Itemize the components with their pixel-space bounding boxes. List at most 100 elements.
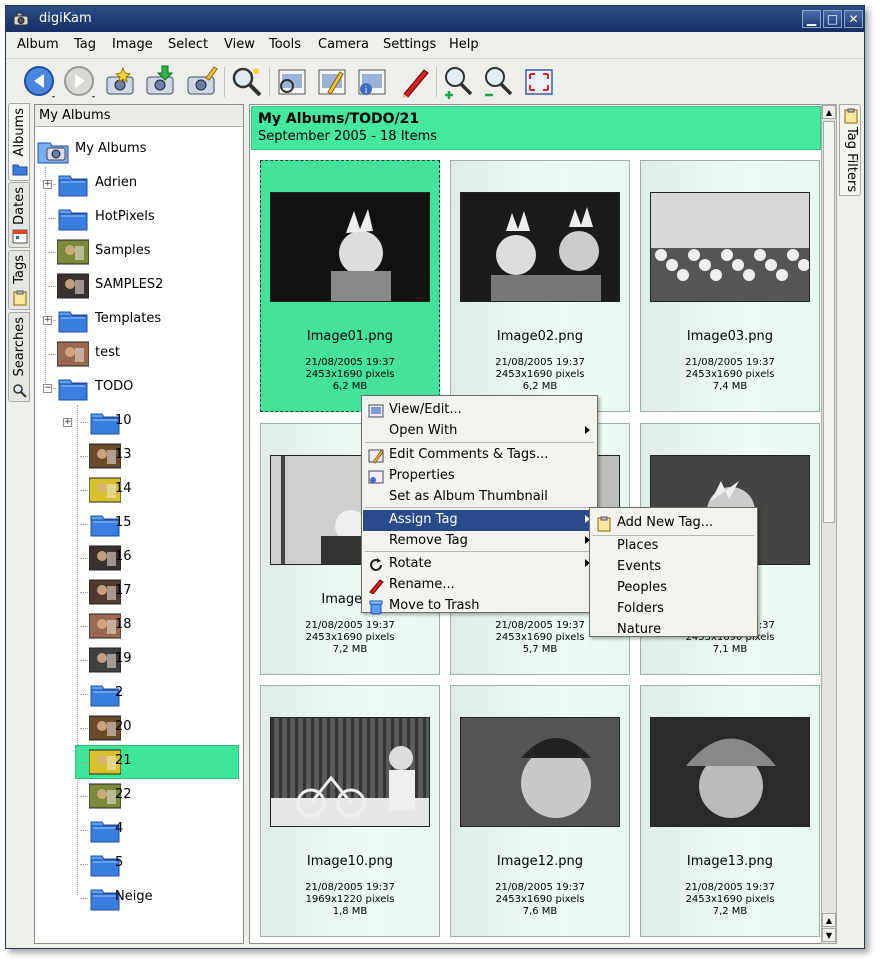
menu-item-rename[interactable]: Rename... xyxy=(363,575,596,596)
menu-settings[interactable]: Settings xyxy=(383,37,436,52)
tree-item-19[interactable]: 19 xyxy=(37,643,241,677)
menu-item-properties[interactable]: Properties xyxy=(363,466,596,487)
tree-item-label: 15 xyxy=(115,515,132,530)
tab-albums[interactable]: Albums xyxy=(8,103,30,181)
menu-item-move-to-trash[interactable]: Move to Trash xyxy=(363,596,596,617)
tree-item-5[interactable]: 5 xyxy=(37,847,241,881)
tree-connector xyxy=(80,558,88,559)
zoom-out-icon[interactable] xyxy=(481,64,517,100)
forward-arrow-icon[interactable] xyxy=(62,64,98,100)
tree-item-14[interactable]: 14 xyxy=(37,473,241,507)
thumbnail-item[interactable]: Image03.png 21/08/2005 19:37 2453x1690 pix… xyxy=(640,160,820,412)
menu-item-view-edit[interactable]: View/Edit... xyxy=(363,400,596,421)
tree-item-samples2[interactable]: SAMPLES2 xyxy=(37,269,241,303)
tree-expander[interactable]: + xyxy=(63,418,72,427)
tree-item-hotpixels[interactable]: HotPixels xyxy=(37,201,241,235)
tree-item-21[interactable]: 21 xyxy=(37,745,241,779)
thumbnail-filename: Image13.png xyxy=(686,854,774,869)
menu-tag[interactable]: Tag xyxy=(74,37,96,52)
menu-item-remove-tag[interactable]: Remove Tag xyxy=(363,531,596,552)
thumbnail-item[interactable]: Image01.png 21/08/2005 19:37 2453x1690 pix… xyxy=(260,160,440,412)
thumbnail-item[interactable]: Image12.png 21/08/2005 19:37 2453x1690 pix… xyxy=(450,685,630,937)
menu-item-open-with[interactable]: Open With xyxy=(363,421,596,442)
tab-dates[interactable]: Dates xyxy=(8,182,30,248)
thumbnail-item[interactable]: Image10.png 21/08/2005 19:37 1969x1220 pix… xyxy=(260,685,440,937)
minimize-button[interactable]: ▁ xyxy=(802,10,821,28)
scroll-down-arrow[interactable]: ▼ xyxy=(822,928,836,942)
scroll-thumb[interactable] xyxy=(823,121,835,523)
thumbnail-metadata: 21/08/2005 19:37 2453x1690 pixels 6,2 MB xyxy=(451,357,629,393)
zoom-in-icon[interactable] xyxy=(441,64,477,100)
tree-item-22[interactable]: 22 xyxy=(37,779,241,813)
search-magnifier-icon[interactable] xyxy=(229,64,265,100)
tree-item-16[interactable]: 16 xyxy=(37,541,241,575)
tree-item-neige[interactable]: Neige xyxy=(37,881,241,915)
maximize-button[interactable]: □ xyxy=(823,10,842,28)
menu-item-assign-tag[interactable]: Assign Tag xyxy=(363,510,596,531)
tree-item-label: 5 xyxy=(115,855,124,870)
tab-searches[interactable]: Searches xyxy=(8,312,30,402)
close-button[interactable]: ✕ xyxy=(844,10,863,28)
back-arrow-icon[interactable] xyxy=(22,64,58,100)
image-properties-icon[interactable]: i xyxy=(354,64,390,100)
new-album-camera-icon[interactable] xyxy=(103,64,139,100)
thumbnail-date: 21/08/2005 19:37 xyxy=(495,882,585,893)
toolbar: i xyxy=(6,58,864,104)
tree-item-4[interactable]: 4 xyxy=(37,813,241,847)
tree-item-13[interactable]: 13 xyxy=(37,439,241,473)
import-download-icon[interactable] xyxy=(143,64,179,100)
tree-item-17[interactable]: 17 xyxy=(37,575,241,609)
menu-image[interactable]: Image xyxy=(112,37,153,52)
tree-item-test[interactable]: test xyxy=(37,337,241,371)
tree-item-todo[interactable]: − TODO xyxy=(37,371,241,405)
red-pencil-icon[interactable] xyxy=(396,64,432,100)
menu-tools[interactable]: Tools xyxy=(269,37,301,52)
tree-expander[interactable]: + xyxy=(43,316,52,325)
tree-item-18[interactable]: 18 xyxy=(37,609,241,643)
menu-select[interactable]: Select xyxy=(168,37,208,52)
properties-icon xyxy=(368,469,384,485)
tab-tag-filters[interactable]: Tag Filters xyxy=(839,104,861,196)
tree-item-10[interactable]: +10 xyxy=(37,405,241,439)
tree-item-label: My Albums xyxy=(75,141,147,156)
tag-menu-item-places[interactable]: Places xyxy=(591,536,756,557)
menu-item-rotate[interactable]: Rotate xyxy=(363,554,596,575)
thumbnail-item[interactable]: Image02.png 21/08/2005 19:37 2453x1690 pix… xyxy=(450,160,630,412)
vertical-scrollbar[interactable]: ▲ ▲ ▼ xyxy=(821,104,837,944)
tree-item-adrien[interactable]: + Adrien xyxy=(37,167,241,201)
tag-menu-item-folders[interactable]: Folders xyxy=(591,599,756,620)
tree-item-2[interactable]: 2 xyxy=(37,677,241,711)
thumbnail-filename: Image03.png xyxy=(686,329,774,344)
tag-menu-item-add-new-tag[interactable]: Add New Tag... xyxy=(591,513,756,534)
menu-item-label: Peoples xyxy=(617,580,667,595)
scroll-up-arrow[interactable]: ▲ xyxy=(822,105,836,119)
tree-item-20[interactable]: 20 xyxy=(37,711,241,745)
menu-item-edit-comments-tags[interactable]: Edit Comments & Tags... xyxy=(363,445,596,466)
tree-connector xyxy=(80,796,88,797)
fullscreen-icon[interactable] xyxy=(521,64,557,100)
thumbnail-image xyxy=(270,717,430,827)
menu-item-set-as-album-thumbnail[interactable]: Set as Album Thumbnail xyxy=(363,487,596,508)
tree-expander[interactable]: − xyxy=(43,384,52,393)
image-edit-icon[interactable] xyxy=(314,64,350,100)
thumbnail-item[interactable]: Image13.png 21/08/2005 19:37 2453x1690 pix… xyxy=(640,685,820,937)
tree-item-label: Templates xyxy=(95,311,162,326)
tag-menu-item-peoples[interactable]: Peoples xyxy=(591,578,756,599)
tag-menu-item-nature[interactable]: Nature xyxy=(591,620,756,641)
tree-root-my-albums[interactable]: My Albums xyxy=(37,133,237,167)
menu-view[interactable]: View xyxy=(224,37,255,52)
tree-item-label: 17 xyxy=(115,583,132,598)
tab-tag-filters-label: Tag Filters xyxy=(844,127,859,193)
edit-album-icon[interactable] xyxy=(184,64,220,100)
menu-camera[interactable]: Camera xyxy=(318,37,369,52)
tab-tags[interactable]: Tags xyxy=(8,250,30,310)
menu-album[interactable]: Album xyxy=(17,37,59,52)
tree-item-15[interactable]: 15 xyxy=(37,507,241,541)
image-view-icon[interactable] xyxy=(274,64,310,100)
tree-expander[interactable]: + xyxy=(43,180,52,189)
tree-item-templates[interactable]: + Templates xyxy=(37,303,241,337)
tree-item-samples[interactable]: Samples xyxy=(37,235,241,269)
scroll-up-arrow-bottom[interactable]: ▲ xyxy=(822,913,836,927)
menu-help[interactable]: Help xyxy=(449,37,479,52)
tag-menu-item-events[interactable]: Events xyxy=(591,557,756,578)
